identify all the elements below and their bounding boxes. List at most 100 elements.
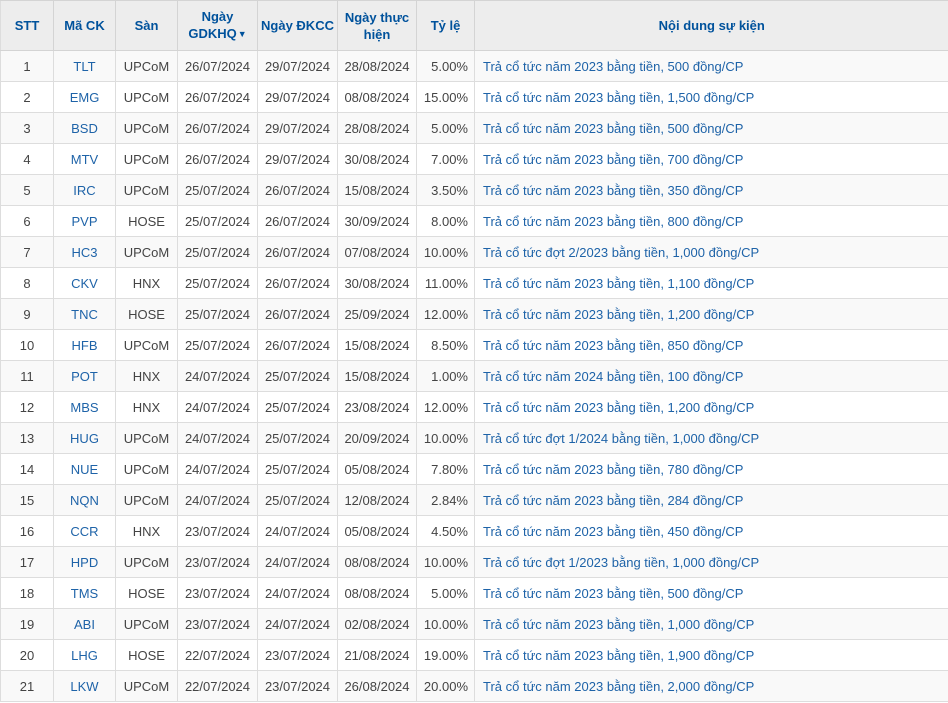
column-header-execution-date[interactable]: Ngày thực hiện — [337, 0, 417, 51]
stock-code-cell: TNC — [53, 298, 116, 330]
ratio-cell: 7.00% — [416, 143, 475, 175]
stock-code-link[interactable]: HPD — [71, 555, 98, 570]
stock-code-cell: IRC — [53, 174, 116, 206]
ratio-cell: 2.84% — [416, 484, 475, 516]
stock-code-link[interactable]: HUG — [70, 431, 99, 446]
stock-code-link[interactable]: ABI — [74, 617, 95, 632]
ex-date-cell: 23/07/2024 — [177, 577, 258, 609]
ratio-cell: 5.00% — [416, 112, 475, 144]
stock-code-link[interactable]: MTV — [71, 152, 98, 167]
record-date-cell: 29/07/2024 — [257, 143, 338, 175]
stock-code-link[interactable]: IRC — [73, 183, 95, 198]
record-date-cell: 24/07/2024 — [257, 515, 338, 547]
table-row: 6 PVP HOSE 25/07/2024 26/07/2024 30/09/2024 8.… — [0, 205, 948, 237]
stock-code-link[interactable]: CCR — [70, 524, 98, 539]
event-content-cell: Trả cổ tức năm 2023 bằng tiền, 284 đồng/… — [474, 484, 948, 516]
stock-code-link[interactable]: HFB — [72, 338, 98, 353]
exchange-cell: HNX — [115, 515, 178, 547]
stt-cell: 8 — [0, 267, 54, 299]
stock-code-link[interactable]: TNC — [71, 307, 98, 322]
event-content-link[interactable]: Trả cổ tức năm 2023 bằng tiền, 800 đồng/… — [483, 214, 743, 229]
stock-code-link[interactable]: LKW — [70, 679, 98, 694]
event-content-link[interactable]: Trả cổ tức năm 2023 bằng tiền, 2,000 đồn… — [483, 679, 754, 694]
ex-date-cell: 24/07/2024 — [177, 422, 258, 454]
stock-code-link[interactable]: TMS — [71, 586, 98, 601]
exec-date-cell: 20/09/2024 — [337, 422, 417, 454]
stock-code-link[interactable]: POT — [71, 369, 98, 384]
ex-date-cell: 24/07/2024 — [177, 391, 258, 423]
column-header-ex-dividend-date[interactable]: Ngày GDKHQ▼ — [177, 0, 258, 51]
stt-cell: 17 — [0, 546, 54, 578]
event-content-link[interactable]: Trả cổ tức năm 2023 bằng tiền, 450 đồng/… — [483, 524, 743, 539]
table-row: 16 CCR HNX 23/07/2024 24/07/2024 05/08/2024 4.… — [0, 515, 948, 547]
event-content-link[interactable]: Trả cổ tức năm 2023 bằng tiền, 1,900 đồn… — [483, 648, 754, 663]
ex-date-cell: 24/07/2024 — [177, 484, 258, 516]
exec-date-cell: 25/09/2024 — [337, 298, 417, 330]
event-content-link[interactable]: Trả cổ tức năm 2023 bằng tiền, 1,200 đồn… — [483, 307, 754, 322]
column-header-ex-dividend-date-label: Ngày GDKHQ — [188, 9, 237, 41]
event-content-link[interactable]: Trả cổ tức năm 2023 bằng tiền, 700 đồng/… — [483, 152, 743, 167]
stock-code-cell: ABI — [53, 608, 116, 640]
ratio-cell: 12.00% — [416, 391, 475, 423]
event-content-link[interactable]: Trả cổ tức năm 2023 bằng tiền, 1,200 đồn… — [483, 400, 754, 415]
ratio-cell: 8.00% — [416, 205, 475, 237]
event-content-link[interactable]: Trả cổ tức năm 2023 bằng tiền, 500 đồng/… — [483, 59, 743, 74]
stt-cell: 10 — [0, 329, 54, 361]
column-header-exchange[interactable]: Sàn — [115, 0, 178, 51]
table-row: 3 BSD UPCoM 26/07/2024 29/07/2024 28/08/2024 5… — [0, 112, 948, 144]
event-content-cell: Trả cổ tức năm 2023 bằng tiền, 780 đồng/… — [474, 453, 948, 485]
stock-code-link[interactable]: LHG — [71, 648, 98, 663]
exec-date-cell: 12/08/2024 — [337, 484, 417, 516]
event-content-link[interactable]: Trả cổ tức năm 2023 bằng tiền, 500 đồng/… — [483, 586, 743, 601]
stock-code-cell: LHG — [53, 639, 116, 671]
event-content-link[interactable]: Trả cổ tức đợt 1/2024 bằng tiền, 1,000 đ… — [483, 431, 759, 446]
stock-code-link[interactable]: TLT — [73, 59, 95, 74]
stt-cell: 15 — [0, 484, 54, 516]
event-content-link[interactable]: Trả cổ tức năm 2023 bằng tiền, 284 đồng/… — [483, 493, 743, 508]
stock-code-link[interactable]: NUE — [71, 462, 98, 477]
event-content-link[interactable]: Trả cổ tức năm 2023 bằng tiền, 1,000 đồn… — [483, 617, 754, 632]
exec-date-cell: 30/08/2024 — [337, 143, 417, 175]
event-content-link[interactable]: Trả cổ tức năm 2023 bằng tiền, 350 đồng/… — [483, 183, 743, 198]
column-header-stt[interactable]: STT — [0, 0, 54, 51]
event-content-link[interactable]: Trả cổ tức năm 2023 bằng tiền, 1,500 đồn… — [483, 90, 754, 105]
ex-date-cell: 25/07/2024 — [177, 267, 258, 299]
stt-cell: 6 — [0, 205, 54, 237]
event-content-link[interactable]: Trả cổ tức năm 2023 bằng tiền, 1,100 đồn… — [483, 276, 754, 291]
exec-date-cell: 28/08/2024 — [337, 50, 417, 82]
event-content-link[interactable]: Trả cổ tức đợt 2/2023 bằng tiền, 1,000 đ… — [483, 245, 759, 260]
ex-date-cell: 22/07/2024 — [177, 670, 258, 702]
ex-date-cell: 26/07/2024 — [177, 81, 258, 113]
stock-code-cell: POT — [53, 360, 116, 392]
stock-code-cell: MTV — [53, 143, 116, 175]
exec-date-cell: 26/08/2024 — [337, 670, 417, 702]
stock-code-link[interactable]: BSD — [71, 121, 98, 136]
ex-date-cell: 26/07/2024 — [177, 112, 258, 144]
ratio-cell: 10.00% — [416, 546, 475, 578]
column-header-ratio[interactable]: Tỷ lệ — [416, 0, 475, 51]
stt-cell: 9 — [0, 298, 54, 330]
column-header-record-date[interactable]: Ngày ĐKCC — [257, 0, 338, 51]
event-content-link[interactable]: Trả cổ tức năm 2024 bằng tiền, 100 đồng/… — [483, 369, 743, 384]
record-date-cell: 24/07/2024 — [257, 546, 338, 578]
stock-code-link[interactable]: NQN — [70, 493, 99, 508]
event-content-link[interactable]: Trả cổ tức đợt 1/2023 bằng tiền, 1,000 đ… — [483, 555, 759, 570]
stock-code-link[interactable]: CKV — [71, 276, 98, 291]
stock-code-link[interactable]: HC3 — [71, 245, 97, 260]
column-header-stock-code[interactable]: Mã CK — [53, 0, 116, 51]
event-content-link[interactable]: Trả cổ tức năm 2023 bằng tiền, 780 đồng/… — [483, 462, 743, 477]
event-content-cell: Trả cổ tức đợt 2/2023 bằng tiền, 1,000 đ… — [474, 236, 948, 268]
event-content-cell: Trả cổ tức năm 2023 bằng tiền, 1,500 đồn… — [474, 81, 948, 113]
column-header-event-content[interactable]: Nội dung sự kiện — [474, 0, 948, 51]
event-content-link[interactable]: Trả cổ tức năm 2023 bằng tiền, 500 đồng/… — [483, 121, 743, 136]
exchange-cell: UPCoM — [115, 670, 178, 702]
table-row: 8 CKV HNX 25/07/2024 26/07/2024 30/08/2024 11.… — [0, 267, 948, 299]
event-content-cell: Trả cổ tức năm 2023 bằng tiền, 1,900 đồn… — [474, 639, 948, 671]
stock-code-link[interactable]: EMG — [70, 90, 100, 105]
stock-code-cell: BSD — [53, 112, 116, 144]
exchange-cell: UPCoM — [115, 81, 178, 113]
event-content-link[interactable]: Trả cổ tức năm 2023 bằng tiền, 850 đồng/… — [483, 338, 743, 353]
stock-code-link[interactable]: MBS — [70, 400, 98, 415]
exchange-cell: UPCoM — [115, 50, 178, 82]
stock-code-link[interactable]: PVP — [71, 214, 97, 229]
